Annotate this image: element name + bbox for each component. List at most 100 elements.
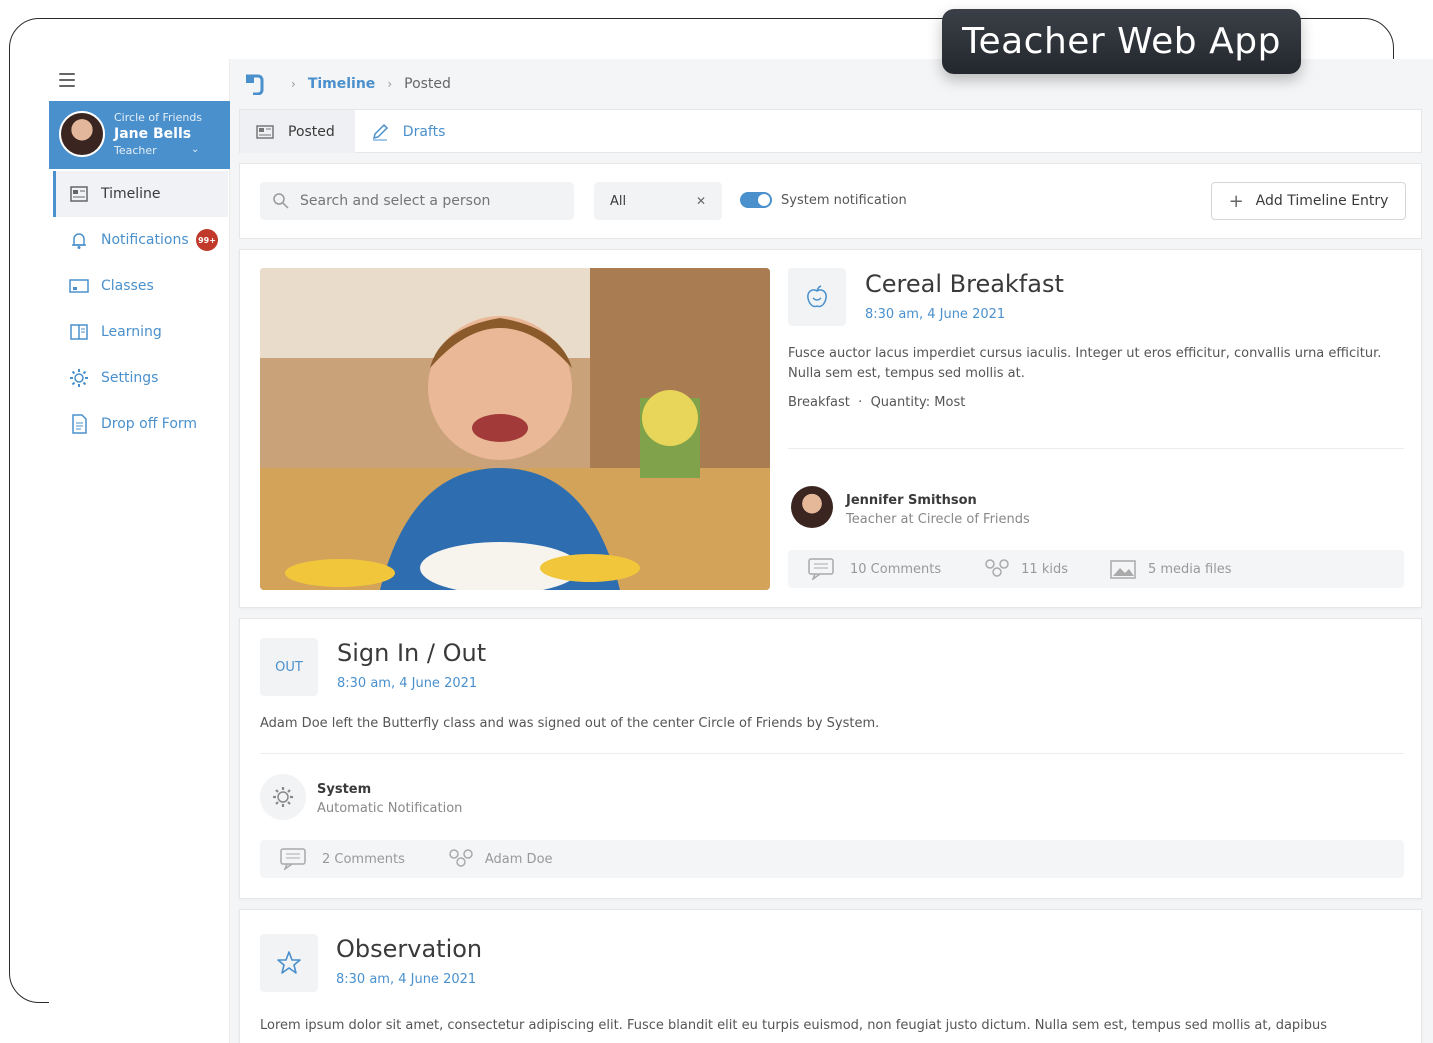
profile-role: Teacher <box>114 144 157 157</box>
sign-out-badge: OUT <box>260 638 318 696</box>
divider <box>788 448 1404 449</box>
search-box[interactable] <box>260 182 574 220</box>
avatar <box>59 111 105 157</box>
entry-description: Fusce auctor lacus imperdiet cursus iacu… <box>788 346 1382 381</box>
entry-quantity: Quantity: Most <box>870 395 966 410</box>
sidebar-item-label: Classes <box>101 278 154 294</box>
system-notification-toggle[interactable] <box>740 192 772 208</box>
app-title-banner: Teacher Web App <box>942 9 1301 74</box>
timeline-entry-card[interactable]: Cereal Breakfast 8:30 am, 4 June 2021 Fu… <box>239 249 1422 608</box>
tab-bar: Posted Drafts <box>239 109 1422 153</box>
kids-count: 11 kids <box>1021 561 1068 577</box>
comments-stat[interactable]: 10 Comments <box>808 558 941 580</box>
entry-title: Sign In / Out <box>337 639 487 667</box>
image-icon <box>1110 558 1138 580</box>
timeline-entry-card[interactable]: Observation 8:30 am, 4 June 2021 Lorem i… <box>239 909 1422 1043</box>
filter-select[interactable]: All ✕ <box>594 182 722 220</box>
tab-label: Posted <box>288 123 335 140</box>
author-avatar <box>791 486 833 528</box>
tab-label: Drafts <box>402 123 446 140</box>
classes-icon <box>69 276 89 296</box>
breadcrumb-separator-icon: › <box>387 77 393 91</box>
sidebar-item-label: Timeline <box>101 186 161 202</box>
entry-title: Cereal Breakfast <box>865 270 1064 298</box>
entry-time: 8:30 am, 4 June 2021 <box>336 972 477 987</box>
sidebar-nav: Timeline Notifications 99+ Classes Learn… <box>53 171 228 447</box>
profile-card[interactable]: Circle of Friends Jane Bells Teacher ⌄ <box>49 101 230 169</box>
breadcrumb-current: Posted <box>404 76 451 92</box>
toggle-label: System notification <box>781 192 907 208</box>
star-icon <box>260 934 318 992</box>
profile-org: Circle of Friends <box>114 111 203 124</box>
sidebar-item-label: Notifications <box>101 232 189 248</box>
author-role: Teacher at Cirecle of Friends <box>846 512 1030 527</box>
kids-icon <box>447 848 475 870</box>
timeline-entry-card[interactable]: OUT Sign In / Out 8:30 am, 4 June 2021 A… <box>239 618 1422 899</box>
search-input[interactable] <box>300 193 560 209</box>
sidebar-item-timeline[interactable]: Timeline <box>53 171 228 217</box>
comments-count: 10 Comments <box>850 561 942 577</box>
chevron-down-icon[interactable]: ⌄ <box>191 144 199 155</box>
breadcrumb: › Timeline › Posted <box>243 73 451 95</box>
plus-icon: + <box>1228 190 1244 212</box>
tab-posted[interactable]: Posted <box>240 110 355 153</box>
entry-stats-bar: 2 Comments Adam Doe <box>260 840 1404 878</box>
bell-icon <box>69 230 89 250</box>
clear-icon[interactable]: ✕ <box>696 194 706 208</box>
media-stat[interactable]: 5 media files <box>1110 558 1232 580</box>
kid-name: Adam Doe <box>484 851 553 867</box>
sidebar-item-label: Drop off Form <box>101 416 198 432</box>
entry-title: Observation <box>336 935 483 963</box>
app-logo-icon[interactable] <box>243 73 265 95</box>
apple-icon <box>788 268 846 326</box>
entry-description: Adam Doe left the Butterfly class and wa… <box>260 716 880 731</box>
comments-count: 2 Comments <box>322 851 405 867</box>
notification-count-badge: 99+ <box>196 229 218 251</box>
add-button-label: Add Timeline Entry <box>1255 193 1389 209</box>
media-count: 5 media files <box>1147 561 1232 577</box>
system-gear-icon <box>260 774 306 820</box>
system-notification-toggle-group: System notification <box>740 192 907 208</box>
newspaper-icon <box>256 123 274 141</box>
author-name: System <box>317 782 372 797</box>
sidebar-item-learning[interactable]: Learning <box>53 309 228 355</box>
sidebar-item-label: Learning <box>101 324 162 340</box>
breadcrumb-separator-icon: › <box>291 77 296 91</box>
sidebar: Circle of Friends Jane Bells Teacher ⌄ T… <box>49 59 230 1043</box>
sidebar-item-drop-off-form[interactable]: Drop off Form <box>53 401 228 447</box>
profile-name: Jane Bells <box>114 126 192 142</box>
filter-bar: All ✕ System notification + Add Timeline… <box>239 163 1422 239</box>
author-name: Jennifer Smithson <box>846 493 977 508</box>
form-icon <box>69 414 89 434</box>
sidebar-item-settings[interactable]: Settings <box>53 355 228 401</box>
entry-meta: Breakfast · Quantity: Most <box>788 395 966 410</box>
comments-icon <box>808 558 840 580</box>
entry-time: 8:30 am, 4 June 2021 <box>865 307 1006 322</box>
entry-category: Breakfast <box>788 395 850 410</box>
entry-stats-bar: 10 Comments 11 kids 5 media files <box>788 550 1404 588</box>
sidebar-item-label: Settings <box>101 370 159 386</box>
entry-time: 8:30 am, 4 June 2021 <box>337 676 478 691</box>
app-window: Circle of Friends Jane Bells Teacher ⌄ T… <box>49 59 1433 1043</box>
timeline-icon <box>69 184 89 204</box>
filter-select-value: All <box>610 193 627 209</box>
hamburger-menu-icon[interactable] <box>59 73 75 87</box>
kids-stat[interactable]: 11 kids <box>983 558 1068 580</box>
search-icon <box>273 193 289 209</box>
divider <box>260 753 1404 754</box>
entry-photo[interactable] <box>260 268 770 590</box>
comments-stat[interactable]: 2 Comments <box>280 848 405 870</box>
gear-icon <box>69 368 89 388</box>
comments-icon <box>280 848 312 870</box>
book-icon <box>69 322 89 342</box>
entry-description: Lorem ipsum dolor sit amet, consectetur … <box>260 1018 1328 1033</box>
tab-drafts[interactable]: Drafts <box>355 110 466 153</box>
pencil-icon <box>371 123 389 141</box>
author-role: Automatic Notification <box>317 801 463 816</box>
breadcrumb-timeline-link[interactable]: Timeline <box>308 76 376 92</box>
kids-stat[interactable]: Adam Doe <box>447 848 553 870</box>
sidebar-item-classes[interactable]: Classes <box>53 263 228 309</box>
sidebar-item-notifications[interactable]: Notifications 99+ <box>53 217 228 263</box>
kids-icon <box>983 558 1011 580</box>
add-timeline-entry-button[interactable]: + Add Timeline Entry <box>1211 182 1406 220</box>
